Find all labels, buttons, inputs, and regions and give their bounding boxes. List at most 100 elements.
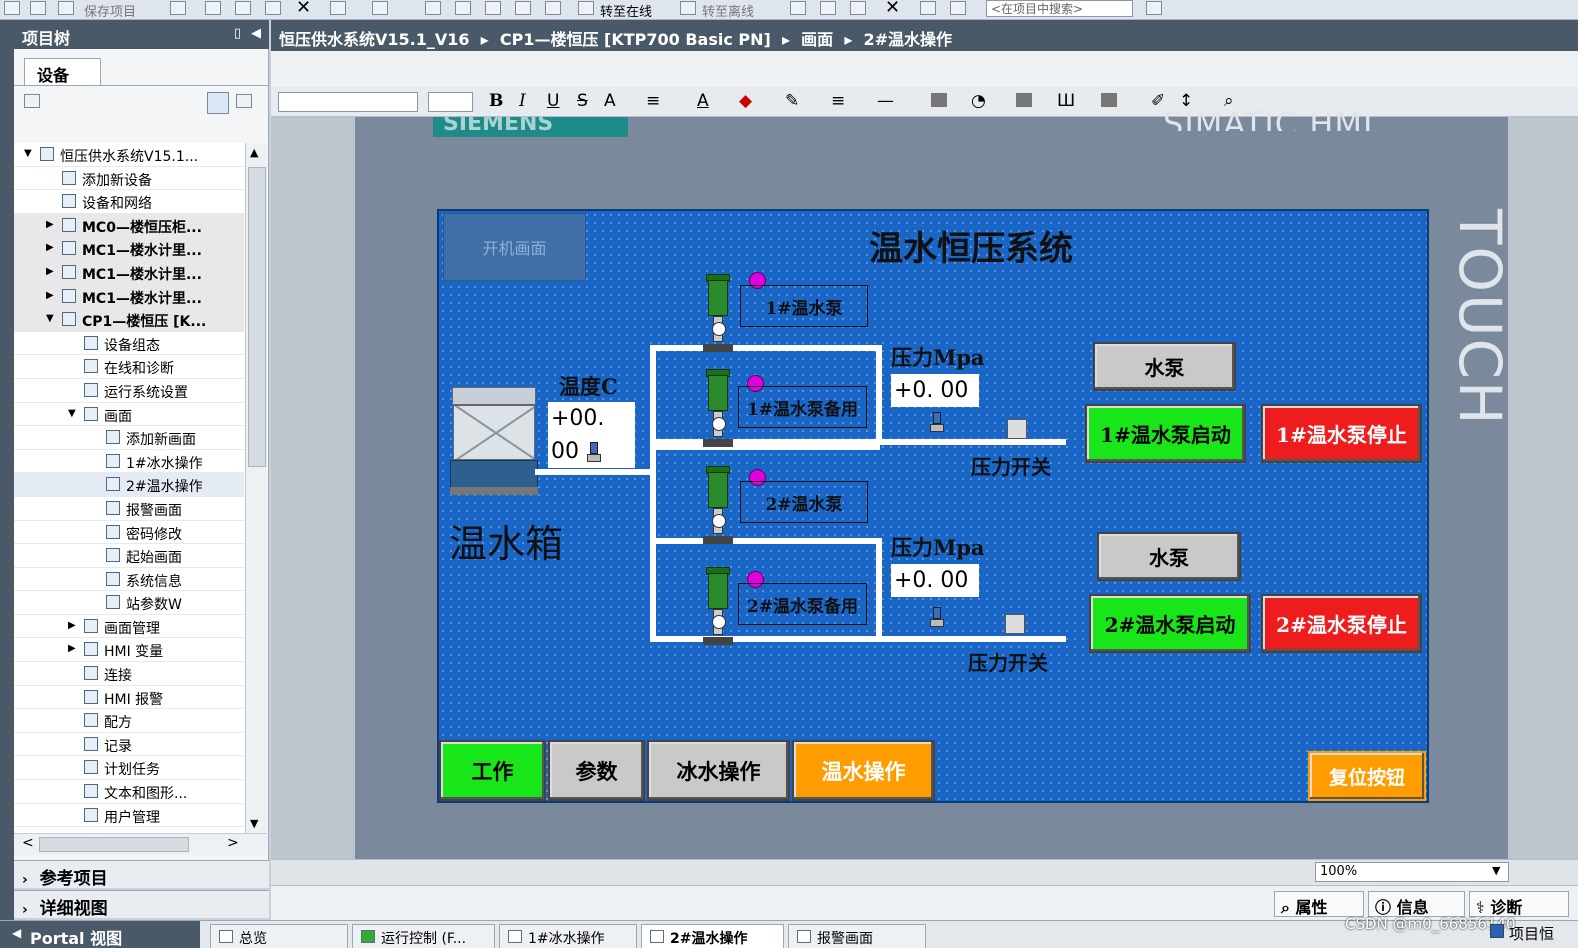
expand-arrow-icon[interactable]: ▼ [46,313,54,324]
task-overview[interactable]: 总览 [210,924,348,948]
tree-item[interactable]: 密码修改 [14,521,244,545]
tree-item[interactable]: 记录 [14,733,244,757]
split-icon[interactable] [850,1,866,15]
water-pump1-button[interactable]: 水泵 [1093,342,1236,391]
undo-icon[interactable] [330,1,346,15]
details-view-section[interactable]: › 详细视图 [14,890,269,919]
tree-item[interactable]: ▼ CP1—楼恒压 [K... [14,308,244,332]
tree-item[interactable]: ▶ MC1—楼水计里... [14,237,244,261]
pump1-stop-button[interactable]: 1#温水泵停止 [1261,404,1422,463]
project-search-input[interactable]: <在项目中搜索> [986,0,1133,17]
scroll-up-icon[interactable]: ▲ [250,146,258,159]
redo-icon[interactable] [372,1,388,15]
collapse-left-icon[interactable]: ◀ [251,26,261,41]
cross-ref-icon[interactable] [820,1,836,15]
go-online-icon[interactable] [578,1,594,15]
vertical-split-icon[interactable] [950,1,966,15]
horizontal-split-icon[interactable] [920,1,936,15]
tree-item[interactable]: 在线和诊断 [14,355,244,379]
same-height-icon[interactable] [1101,93,1117,107]
collapse-arrow-icon[interactable]: ▶ [68,620,76,631]
fill-color-icon[interactable]: ◆ [739,91,752,111]
simulate-icon[interactable] [515,1,531,15]
scroll-right-icon[interactable]: > [227,835,239,851]
pump2-stop-button[interactable]: 2#温水泵停止 [1261,594,1422,653]
nav-ice-water-button[interactable]: 冰水操作 [647,740,790,801]
tree-scrollbar[interactable]: ▲ ▼ [245,143,267,833]
font-name-select[interactable] [278,92,418,112]
collapse-arrow-icon[interactable]: ▶ [46,242,54,253]
device-info-icon[interactable] [24,94,40,108]
bold-icon[interactable]: B [489,91,503,111]
nav-params-button[interactable]: 参数 [548,740,645,801]
strikethrough-icon[interactable]: S [577,91,588,111]
new-project-icon[interactable] [4,1,20,15]
open-project-icon[interactable] [30,1,46,15]
tree-item[interactable]: 2#温水操作 [14,473,244,497]
tab-devices[interactable]: 设备 [24,58,101,85]
zoom-select-icon[interactable]: ⌕ [1224,91,1234,111]
font-size-select[interactable] [428,92,473,112]
go-offline-icon[interactable] [680,1,696,15]
distribute-icon[interactable] [1016,93,1032,107]
collapse-arrow-icon[interactable]: ▶ [68,643,76,654]
tree-item[interactable]: 计划任务 [14,756,244,781]
tree-item[interactable]: ▶ 画面管理 [14,615,244,639]
upload-icon[interactable] [485,1,501,15]
tree-item[interactable]: HMI 报警 [14,686,244,710]
pin-icon[interactable]: ▯ [234,26,241,41]
tree-item[interactable]: 配方 [14,709,244,733]
save-project-button[interactable]: 保存项目 [84,1,136,20]
line-width-icon[interactable]: — [877,91,894,111]
cut-icon[interactable] [205,1,221,15]
tree-item[interactable]: 报警画面 [14,497,244,521]
rotate-icon[interactable]: ◔ [971,91,986,111]
tree-item[interactable]: 设备组态 [14,332,244,356]
tools-icon[interactable]: ✕ [885,0,900,18]
save-icon[interactable] [58,1,74,15]
pressure2-value[interactable]: +0. 00 [891,564,979,597]
tab-diagnostics[interactable]: ⚕ 诊断 [1469,891,1569,917]
tree-item[interactable]: 1#冰水操作 [14,450,244,474]
pump1-start-button[interactable]: 1#温水泵启动 [1085,404,1246,463]
portal-view-button[interactable]: ◀ Portal 视图 [0,921,200,948]
chevron-down-icon[interactable]: ▼ [1492,864,1500,877]
align-objects-icon[interactable] [931,93,947,107]
tree-item[interactable]: 设备和网络 [14,190,244,214]
compile-icon[interactable] [425,1,441,15]
align-icon[interactable]: ≡ [646,91,660,111]
line-style-icon[interactable]: ≡ [831,91,845,111]
detail-view-icon[interactable] [236,94,252,108]
tree-item[interactable]: ▶ MC1—楼水计里... [14,284,244,309]
tab-info[interactable]: ⓘ 信息 [1368,891,1465,917]
tab-properties[interactable]: ⌕ 属性 [1274,891,1364,917]
water-pump2-button[interactable]: 水泵 [1097,532,1241,581]
delete-icon[interactable]: ✕ [296,0,311,18]
reference-projects-section[interactable]: › 参考项目 [14,860,269,889]
task-runtime-control[interactable]: 运行控制 (F... [352,924,495,948]
tree-item[interactable]: ▶ MC1—楼水计里... [14,260,244,285]
expand-arrow-icon[interactable]: ▼ [24,148,32,159]
print-icon[interactable] [170,1,186,15]
collapse-arrow-icon[interactable]: ▶ [46,219,54,230]
font-size-up-icon[interactable]: A [604,91,616,111]
copy-icon[interactable] [235,1,251,15]
tree-item[interactable]: 文本和图形... [14,780,244,804]
tree-item[interactable]: 添加新设备 [14,167,244,191]
tree-item[interactable]: 运行系统设置 [14,379,244,403]
breadcrumb-screens[interactable]: 画面 [801,30,833,49]
italic-icon[interactable]: I [519,91,526,111]
scroll-left-icon[interactable]: < [22,835,34,851]
go-online-button[interactable]: 转至在线 [600,1,652,20]
tree-item[interactable]: ▼ 恒压供水系统V15.1... [14,143,244,167]
scroll-thumb[interactable] [248,167,266,467]
nav-warm-water-button[interactable]: 温水操作 [792,740,935,801]
tree-item[interactable]: 系统信息 [14,568,244,592]
same-width-icon[interactable]: Ш [1057,91,1075,111]
nav-work-button[interactable]: 工作 [439,740,546,801]
task-ice-water[interactable]: 1#冰水操作 [499,924,637,948]
format-painter-icon[interactable]: ✐ [1151,91,1165,111]
tree-item[interactable]: ▶ HMI 变量 [14,638,244,663]
tree-item[interactable]: ▶ MC0—楼恒压柜... [14,213,244,238]
tree-hscrollbar[interactable]: < > [14,833,267,855]
